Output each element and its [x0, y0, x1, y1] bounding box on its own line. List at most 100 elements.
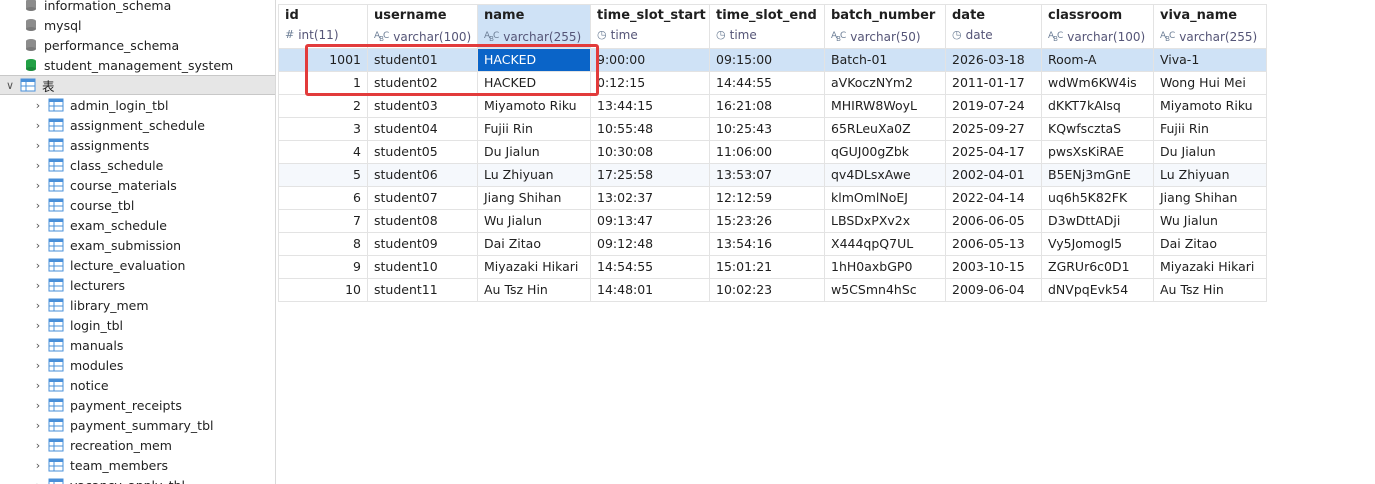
table-cell-name[interactable]: Miyamoto Riku	[477, 93, 591, 118]
table-cell-classroom[interactable]: ZGRUr6c0D1	[1041, 254, 1154, 279]
table-cell-viva[interactable]: Lu Zhiyuan	[1153, 162, 1267, 187]
tree-table-item[interactable]: › modules	[0, 355, 275, 375]
table-cell-start[interactable]: 14:48:01	[590, 277, 710, 302]
table-cell-end[interactable]: 15:01:21	[709, 254, 825, 279]
table-cell-viva[interactable]: Au Tsz Hin	[1153, 277, 1267, 302]
table-cell-batch[interactable]: qv4DLsxAwe	[824, 162, 946, 187]
chevron-right-icon[interactable]: ›	[32, 179, 44, 192]
table-cell-batch[interactable]: LBSDxPXv2x	[824, 208, 946, 233]
table-cell-batch[interactable]: w5CSmn4hSc	[824, 277, 946, 302]
table-row[interactable]: 3 student04 Fujii Rin 10:55:48 10:25:43 65RLe…	[278, 116, 1267, 141]
table-cell-id[interactable]: 8	[278, 231, 368, 256]
table-cell-end[interactable]: 10:02:23	[709, 277, 825, 302]
table-cell-batch[interactable]: 1hH0axbGP0	[824, 254, 946, 279]
table-cell-id[interactable]: 10	[278, 277, 368, 302]
chevron-right-icon[interactable]: ›	[32, 259, 44, 272]
table-cell-viva[interactable]: Wong Hui Mei	[1153, 70, 1267, 95]
table-cell-name[interactable]: Wu Jialun	[477, 208, 591, 233]
table-cell-batch[interactable]: X444qpQ7UL	[824, 231, 946, 256]
tree-table-item[interactable]: › login_tbl	[0, 315, 275, 335]
table-cell-name[interactable]: Du Jialun	[477, 139, 591, 164]
table-cell-id[interactable]: 9	[278, 254, 368, 279]
chevron-right-icon[interactable]: ›	[32, 359, 44, 372]
table-cell-viva[interactable]: Viva-1	[1153, 47, 1267, 72]
table-cell-username[interactable]: student08	[367, 208, 478, 233]
table-cell-date[interactable]: 2002-04-01	[945, 162, 1042, 187]
tree-table-item[interactable]: › recreation_mem	[0, 435, 275, 455]
chevron-right-icon[interactable]: ›	[32, 139, 44, 152]
table-cell-batch[interactable]: klmOmlNoEJ	[824, 185, 946, 210]
table-cell-name[interactable]: Fujii Rin	[477, 116, 591, 141]
table-cell-end[interactable]: 12:12:59	[709, 185, 825, 210]
table-cell-batch[interactable]: Batch-01	[824, 47, 946, 72]
tree-table-item[interactable]: › admin_login_tbl	[0, 95, 275, 115]
chevron-right-icon[interactable]: ›	[32, 199, 44, 212]
chevron-right-icon[interactable]: ›	[32, 459, 44, 472]
chevron-right-icon[interactable]: ›	[32, 99, 44, 112]
chevron-down-icon[interactable]: ∨	[4, 79, 16, 92]
table-cell-classroom[interactable]: KQwfscztaS	[1041, 116, 1154, 141]
tree-table-item[interactable]: › exam_submission	[0, 235, 275, 255]
tree-table-item[interactable]: › vacancy_apply_tbl	[0, 475, 275, 484]
table-cell-classroom[interactable]: dNVpqEvk54	[1041, 277, 1154, 302]
column-header-classroom[interactable]: classroom ABC varchar(100)	[1041, 4, 1154, 49]
table-cell-name[interactable]: Jiang Shihan	[477, 185, 591, 210]
table-row[interactable]: 5 student06 Lu Zhiyuan 17:25:58 13:53:07 qv4D…	[278, 162, 1267, 187]
table-cell-viva[interactable]: Miyazaki Hikari	[1153, 254, 1267, 279]
table-cell-batch[interactable]: 65RLeuXa0Z	[824, 116, 946, 141]
tree-table-item[interactable]: › assignment_schedule	[0, 115, 275, 135]
table-cell-date[interactable]: 2003-10-15	[945, 254, 1042, 279]
column-header-viva-name[interactable]: viva_name ABC varchar(255)	[1153, 4, 1267, 49]
table-cell-date[interactable]: 2011-01-17	[945, 70, 1042, 95]
tree-db-student-management-system[interactable]: student_management_system	[0, 55, 275, 75]
table-cell-viva[interactable]: Fujii Rin	[1153, 116, 1267, 141]
table-cell-username[interactable]: student03	[367, 93, 478, 118]
tree-db-mysql[interactable]: mysql	[0, 15, 275, 35]
table-cell-viva[interactable]: Wu Jialun	[1153, 208, 1267, 233]
table-cell-classroom[interactable]: pwsXsKiRAE	[1041, 139, 1154, 164]
table-cell-batch[interactable]: qGUJ00gZbk	[824, 139, 946, 164]
table-cell-name[interactable]: Dai Zitao	[477, 231, 591, 256]
table-cell-username[interactable]: student11	[367, 277, 478, 302]
chevron-right-icon[interactable]: ›	[32, 339, 44, 352]
chevron-right-icon[interactable]: ›	[32, 239, 44, 252]
chevron-right-icon[interactable]: ›	[32, 479, 44, 484]
chevron-right-icon[interactable]: ›	[32, 119, 44, 132]
table-cell-date[interactable]: 2009-06-04	[945, 277, 1042, 302]
tree-table-item[interactable]: › lecture_evaluation	[0, 255, 275, 275]
table-cell-start[interactable]: 10:55:48	[590, 116, 710, 141]
table-cell-start[interactable]: 9:00:00	[590, 47, 710, 72]
table-cell-name[interactable]: HACKED	[477, 70, 591, 95]
table-cell-start[interactable]: 14:54:55	[590, 254, 710, 279]
table-row[interactable]: 9 student10 Miyazaki Hikari 14:54:55 15:01:2…	[278, 254, 1267, 279]
table-row[interactable]: 4 student05 Du Jialun 10:30:08 11:06:00 qGUJ0…	[278, 139, 1267, 164]
table-row[interactable]: 10 student11 Au Tsz Hin 14:48:01 10:02:23 w5C…	[278, 277, 1267, 302]
table-cell-start[interactable]: 13:02:37	[590, 185, 710, 210]
table-cell-date[interactable]: 2022-04-14	[945, 185, 1042, 210]
table-cell-end[interactable]: 13:53:07	[709, 162, 825, 187]
table-cell-id[interactable]: 1	[278, 70, 368, 95]
column-header-username[interactable]: username ABC varchar(100)	[367, 4, 478, 49]
chevron-right-icon[interactable]: ›	[32, 399, 44, 412]
column-header-date[interactable]: date ◷ date	[945, 4, 1042, 49]
table-row[interactable]: 8 student09 Dai Zitao 09:12:48 13:54:16 X444q…	[278, 231, 1267, 256]
column-header-time-slot-start[interactable]: time_slot_start ◷ time	[590, 4, 710, 49]
column-header-time-slot-end[interactable]: time_slot_end ◷ time	[709, 4, 825, 49]
table-cell-name[interactable]: Miyazaki Hikari	[477, 254, 591, 279]
table-cell-date[interactable]: 2025-04-17	[945, 139, 1042, 164]
table-cell-batch[interactable]: MHIRW8WoyL	[824, 93, 946, 118]
column-header-name[interactable]: name ABC varchar(255)	[477, 4, 591, 49]
table-cell-classroom[interactable]: D3wDttADji	[1041, 208, 1154, 233]
table-cell-name[interactable]: Au Tsz Hin	[477, 277, 591, 302]
table-cell-viva[interactable]: Jiang Shihan	[1153, 185, 1267, 210]
table-cell-classroom[interactable]: Room-A	[1041, 47, 1154, 72]
chevron-right-icon[interactable]: ›	[32, 299, 44, 312]
table-cell-end[interactable]: 11:06:00	[709, 139, 825, 164]
table-row[interactable]: 2 student03 Miyamoto Riku 13:44:15 16:21:08 M…	[278, 93, 1267, 118]
tree-table-item[interactable]: › exam_schedule	[0, 215, 275, 235]
table-cell-id[interactable]: 4	[278, 139, 368, 164]
table-cell-classroom[interactable]: dKKT7kAIsq	[1041, 93, 1154, 118]
table-cell-end[interactable]: 09:15:00	[709, 47, 825, 72]
tree-table-item[interactable]: › course_tbl	[0, 195, 275, 215]
table-cell-username[interactable]: student10	[367, 254, 478, 279]
